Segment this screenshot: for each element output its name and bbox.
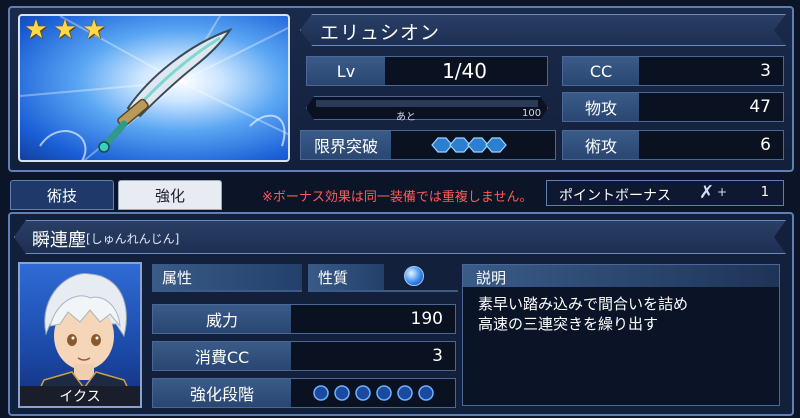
bonus-item-icon: ✗ (699, 182, 715, 203)
cc-cost-row: 消費CC 3 (152, 341, 456, 371)
attribute-label: 属性 (162, 268, 193, 287)
arte-atk-value: 6 (760, 135, 771, 155)
slot-circle-icon (376, 385, 392, 401)
slot-circle-icon (313, 385, 329, 401)
cc-label: CC (563, 57, 639, 85)
description-header (463, 265, 779, 287)
slot-circle-icon (418, 385, 434, 401)
weapon-name: エリュシオン (320, 22, 441, 44)
phys-atk-row: 物攻 47 (562, 92, 784, 122)
gem-icon (431, 137, 507, 153)
description-line-1: 素早い踏み込みで間合いを詰め (478, 295, 689, 313)
cc-value: 3 (760, 61, 771, 81)
exp-bar-fill (316, 100, 538, 107)
slot-circle-icon (397, 385, 413, 401)
description-line-2: 高速の三連突きを繰り出す (478, 315, 659, 333)
skill-reading: [しゅんれんじん] (86, 232, 180, 246)
point-bonus-box: ポイントボーナス ✗ + 1 (546, 180, 784, 206)
property-underline (308, 290, 458, 292)
limit-break-gems (428, 136, 512, 154)
enhance-stage-slots (312, 384, 442, 402)
level-label: Lv (307, 57, 385, 85)
exp-remaining-label: あと (396, 112, 416, 123)
tab-arte[interactable]: 術技 (10, 180, 114, 210)
phys-atk-label: 物攻 (563, 93, 639, 121)
skill-name: 瞬連塵 (32, 230, 86, 251)
power-value: 190 (410, 309, 443, 329)
star-icon: ★ (53, 15, 77, 45)
point-bonus-plus: + (717, 185, 728, 199)
cc-cost-value: 3 (432, 346, 443, 366)
character-name: イクス (20, 386, 140, 406)
cc-cost-label: 消費CC (153, 342, 291, 370)
property-label: 性質 (318, 268, 349, 287)
rarity-stars: ★ ★ ★ (22, 16, 108, 44)
property-orb-icon (404, 266, 424, 286)
attribute-underline (152, 290, 302, 292)
slot-circle-icon (334, 385, 350, 401)
property-tag: 性質 (308, 264, 384, 290)
point-bonus-label: ポイントボーナス (559, 188, 671, 204)
limit-break-label: 限界突破 (301, 131, 391, 159)
arte-atk-label: 術攻 (563, 131, 639, 159)
slot-circle-icon (355, 385, 371, 401)
star-icon: ★ (24, 15, 48, 45)
bonus-notice: ※ボーナス効果は同一装備では重複しません。 (262, 190, 533, 205)
cc-row: CC 3 (562, 56, 784, 86)
exp-remaining-value: 100 (522, 108, 542, 119)
star-icon: ★ (82, 15, 106, 45)
arte-atk-row: 術攻 6 (562, 130, 784, 160)
phys-atk-value: 47 (749, 97, 771, 117)
level-value: 1/40 (442, 59, 487, 83)
point-bonus-value: 1 (760, 185, 769, 200)
power-label: 威力 (153, 305, 291, 333)
description-label: 説明 (476, 269, 507, 287)
power-row: 威力 190 (152, 304, 456, 334)
tab-enhance[interactable]: 強化 (118, 180, 222, 210)
enhance-stage-label: 強化段階 (153, 379, 291, 407)
attribute-tag: 属性 (152, 264, 302, 290)
level-row: Lv 1/40 (306, 56, 548, 86)
